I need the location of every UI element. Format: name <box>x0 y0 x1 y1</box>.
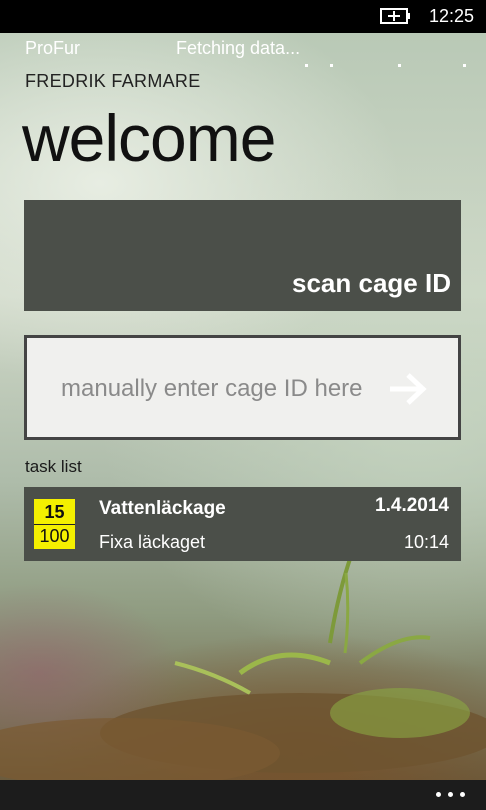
task-priority-badge: 15 100 <box>34 499 75 549</box>
cage-id-input[interactable]: manually enter cage ID here <box>24 335 461 440</box>
user-name: FREDRIK FARMARE <box>25 71 201 91</box>
cage-id-placeholder: manually enter cage ID here <box>61 375 363 402</box>
task-name: Vattenläckage <box>99 498 226 519</box>
status-time: 12:25 <box>428 6 474 26</box>
task-time: 10:14 <box>403 532 449 552</box>
progress-dot <box>398 64 401 67</box>
badge-count: 15 <box>44 502 65 522</box>
scan-cage-button[interactable]: scan cage ID <box>24 200 461 311</box>
task-list-item[interactable]: 15 100 Vattenläckage Fixa läckaget 1.4.2… <box>24 487 461 561</box>
scan-cage-label: scan cage ID <box>292 268 451 298</box>
battery-charging-icon <box>380 8 410 24</box>
badge-divider <box>34 524 75 525</box>
progress-dot <box>463 64 466 67</box>
progress-dot <box>330 64 333 67</box>
app-bar <box>0 780 486 810</box>
progress-dot <box>305 64 308 67</box>
badge-total: 100 <box>39 526 70 546</box>
page-title: welcome <box>22 101 276 175</box>
loading-progress-dots <box>0 60 486 70</box>
loading-text: Fetching data... <box>176 38 301 58</box>
more-ellipsis-icon[interactable] <box>436 792 466 798</box>
status-bar: 12:25 <box>0 0 486 33</box>
task-date: 1.4.2014 <box>375 495 449 516</box>
task-description: Fixa läckaget <box>99 532 206 552</box>
app-name: ProFur <box>25 38 81 58</box>
task-list-header: task list <box>25 457 82 476</box>
arrow-right-icon[interactable] <box>388 371 428 407</box>
